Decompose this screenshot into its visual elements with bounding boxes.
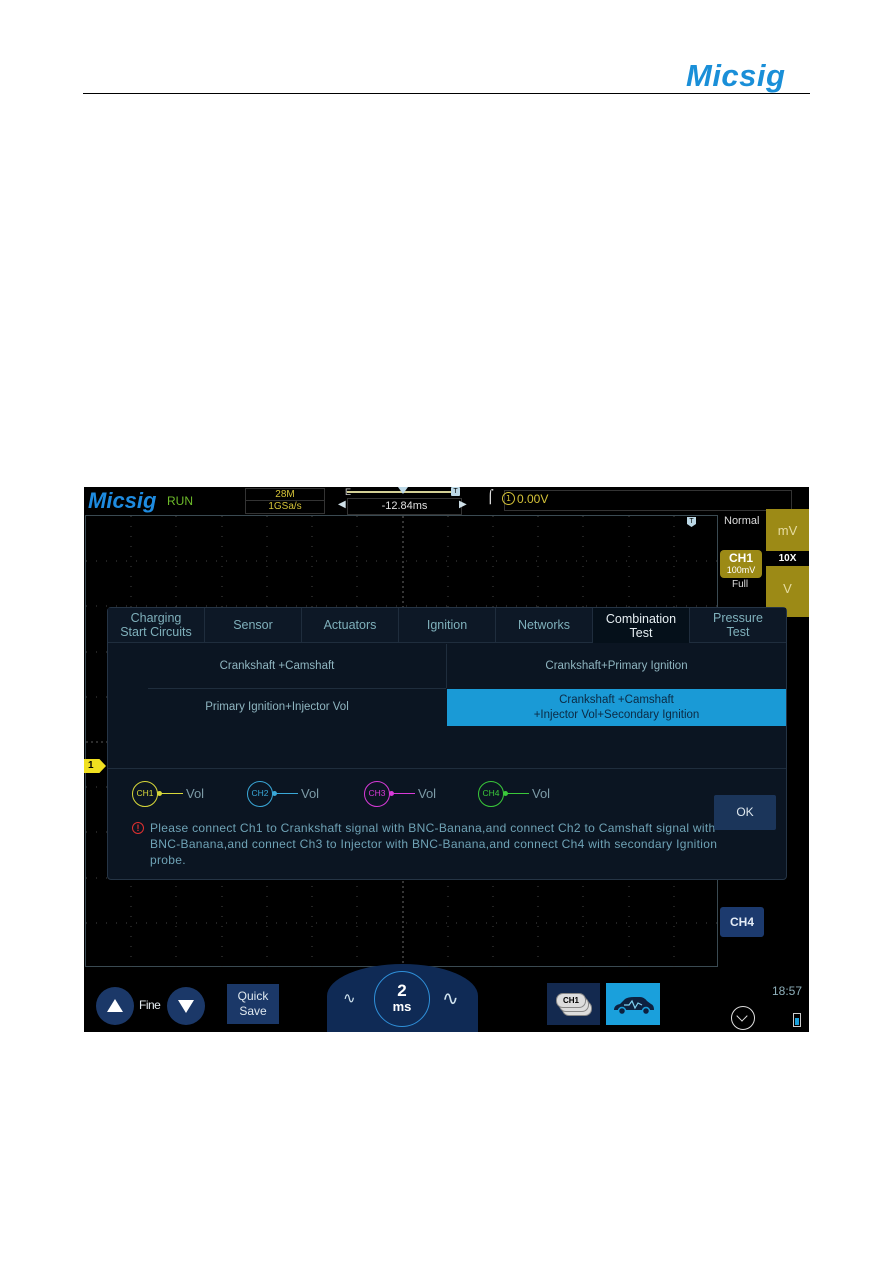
- ch1-icon: CH1: [132, 781, 158, 807]
- option-label: Crankshaft+Primary Ignition: [545, 659, 688, 672]
- header-rule: [83, 93, 810, 94]
- trigger-mode[interactable]: Normal: [724, 515, 759, 527]
- tab-actuators[interactable]: Actuators: [302, 608, 399, 643]
- probe-ratio[interactable]: 10X: [766, 550, 809, 566]
- battery-level: [795, 1018, 799, 1025]
- channel-label: Vol: [418, 786, 437, 801]
- position-right-arrow-icon[interactable]: ▶: [459, 499, 467, 510]
- option-divider: [446, 644, 447, 688]
- ch2-icon: CH2: [247, 781, 273, 807]
- option-crankshaft-primary-ignition[interactable]: Crankshaft+Primary Ignition: [447, 644, 786, 688]
- trigger-source-icon: 1: [502, 492, 515, 505]
- warning-icon: !: [132, 822, 144, 834]
- option-crankshaft-camshaft[interactable]: Crankshaft +Camshaft: [108, 644, 446, 688]
- unit-v-button[interactable]: V: [766, 581, 809, 596]
- channel-label: Vol: [186, 786, 205, 801]
- collapse-menu-icon[interactable]: [731, 1006, 755, 1030]
- position-marker-icon[interactable]: [398, 487, 408, 494]
- bottom-toolbar: Fine Quick Save ∿ 2 ms ∿ CH1 18:57: [84, 964, 809, 1032]
- connector-line: [393, 793, 415, 794]
- arrow-down-icon: [178, 1000, 194, 1013]
- tab-label: Ignition: [426, 618, 468, 632]
- ch1-stack-label: CH1: [556, 993, 586, 1008]
- tab-ignition[interactable]: Ignition: [399, 608, 496, 643]
- top-status-bar: Micsig RUN 28M 1GSa/s E T ◀ -12.84ms ▶ ⌠…: [84, 487, 809, 515]
- ch1-badge[interactable]: CH1 100mV: [720, 550, 762, 578]
- tab-pressure-test[interactable]: Pressure Test: [690, 608, 786, 643]
- timebase-decrease-icon[interactable]: ∿: [343, 989, 356, 1007]
- fine-label: Fine: [139, 998, 161, 1012]
- option-crankshaft-camshaft-injector-secondary[interactable]: Crankshaft +Camshaft +Injector Vol+Secon…: [447, 689, 786, 726]
- tab-combination-test[interactable]: Combination Test: [593, 608, 690, 643]
- tab-sensor[interactable]: Sensor: [205, 608, 302, 643]
- tab-label: Pressure Test: [712, 611, 764, 639]
- position-left-arrow-icon[interactable]: ◀: [338, 499, 346, 510]
- arrow-up-icon: [107, 999, 123, 1012]
- unit-mv-button[interactable]: mV: [766, 523, 809, 538]
- memory-depth: 28M: [246, 489, 324, 501]
- run-status[interactable]: RUN: [167, 494, 193, 508]
- category-tabs: Charging Start Circuits Sensor Actuators…: [108, 608, 786, 643]
- brand-logo: Micsig: [88, 488, 157, 513]
- channel-name: CH1: [728, 551, 753, 565]
- tab-label: Networks: [517, 618, 571, 632]
- timebase-dial[interactable]: 2 ms: [374, 971, 430, 1027]
- ok-button[interactable]: OK: [714, 795, 776, 830]
- timebase-control: ∿ 2 ms ∿: [327, 964, 478, 1032]
- quick-save-button[interactable]: Quick Save: [227, 984, 279, 1024]
- channel-select-button[interactable]: CH1: [547, 983, 600, 1025]
- connector-line: [276, 793, 298, 794]
- dialog-separator: [108, 768, 786, 769]
- horizontal-position[interactable]: -12.84ms: [347, 498, 462, 515]
- trigger-level: 0.00V: [517, 492, 549, 506]
- bandwidth-limit: Full: [732, 579, 749, 590]
- sample-rate: 1GSa/s: [268, 501, 302, 512]
- rising-edge-icon: ⌠: [487, 490, 494, 505]
- page-logo: Micsig: [686, 58, 786, 93]
- fine-up-button[interactable]: [96, 987, 134, 1025]
- ch4-icon: CH4: [478, 781, 504, 807]
- option-divider: [148, 688, 446, 689]
- tab-label: Charging Start Circuits: [120, 611, 192, 639]
- clock: 18:57: [772, 984, 803, 998]
- automotive-mode-button[interactable]: [606, 983, 660, 1025]
- car-icon: [614, 997, 654, 1016]
- tab-charging-start-circuits[interactable]: Charging Start Circuits: [108, 608, 205, 643]
- option-label: Primary Ignition+Injector Vol: [205, 700, 349, 713]
- option-label: Crankshaft +Camshaft: [219, 659, 335, 672]
- acquisition-info[interactable]: 28M 1GSa/s: [245, 488, 325, 514]
- channel-label: Vol: [532, 786, 551, 801]
- connector-line: [507, 793, 529, 794]
- auto-test-dialog: Charging Start Circuits Sensor Actuators…: [107, 607, 787, 880]
- timebase-increase-icon[interactable]: ∿: [442, 986, 459, 1010]
- tab-label: Actuators: [323, 618, 377, 632]
- timebase-value: 2: [397, 981, 407, 1000]
- ch4-button[interactable]: CH4: [720, 907, 764, 937]
- option-primary-ignition-injector[interactable]: Primary Ignition+Injector Vol: [108, 689, 446, 725]
- channel-scale: 100mV: [726, 565, 756, 575]
- timebase-unit: ms: [392, 999, 412, 1014]
- tab-networks[interactable]: Networks: [496, 608, 593, 643]
- tab-label: Sensor: [233, 618, 273, 632]
- ch3-icon: CH3: [364, 781, 390, 807]
- oscilloscope-screen: Micsig RUN 28M 1GSa/s E T ◀ -12.84ms ▶ ⌠…: [84, 487, 809, 1032]
- fine-down-button[interactable]: [167, 987, 205, 1025]
- connection-instruction: Please connect Ch1 to Crankshaft signal …: [150, 821, 718, 867]
- quick-save-label: Quick Save: [237, 989, 269, 1018]
- option-label: Crankshaft +Camshaft +Injector Vol+Secon…: [533, 693, 700, 721]
- battery-icon: [793, 1013, 801, 1027]
- trigger-position-icon: T: [451, 487, 460, 496]
- vertical-scale-panel: mV 10X V: [766, 509, 809, 617]
- channel-label: Vol: [301, 786, 320, 801]
- tab-label: Combination Test: [605, 611, 677, 640]
- connector-line: [161, 793, 183, 794]
